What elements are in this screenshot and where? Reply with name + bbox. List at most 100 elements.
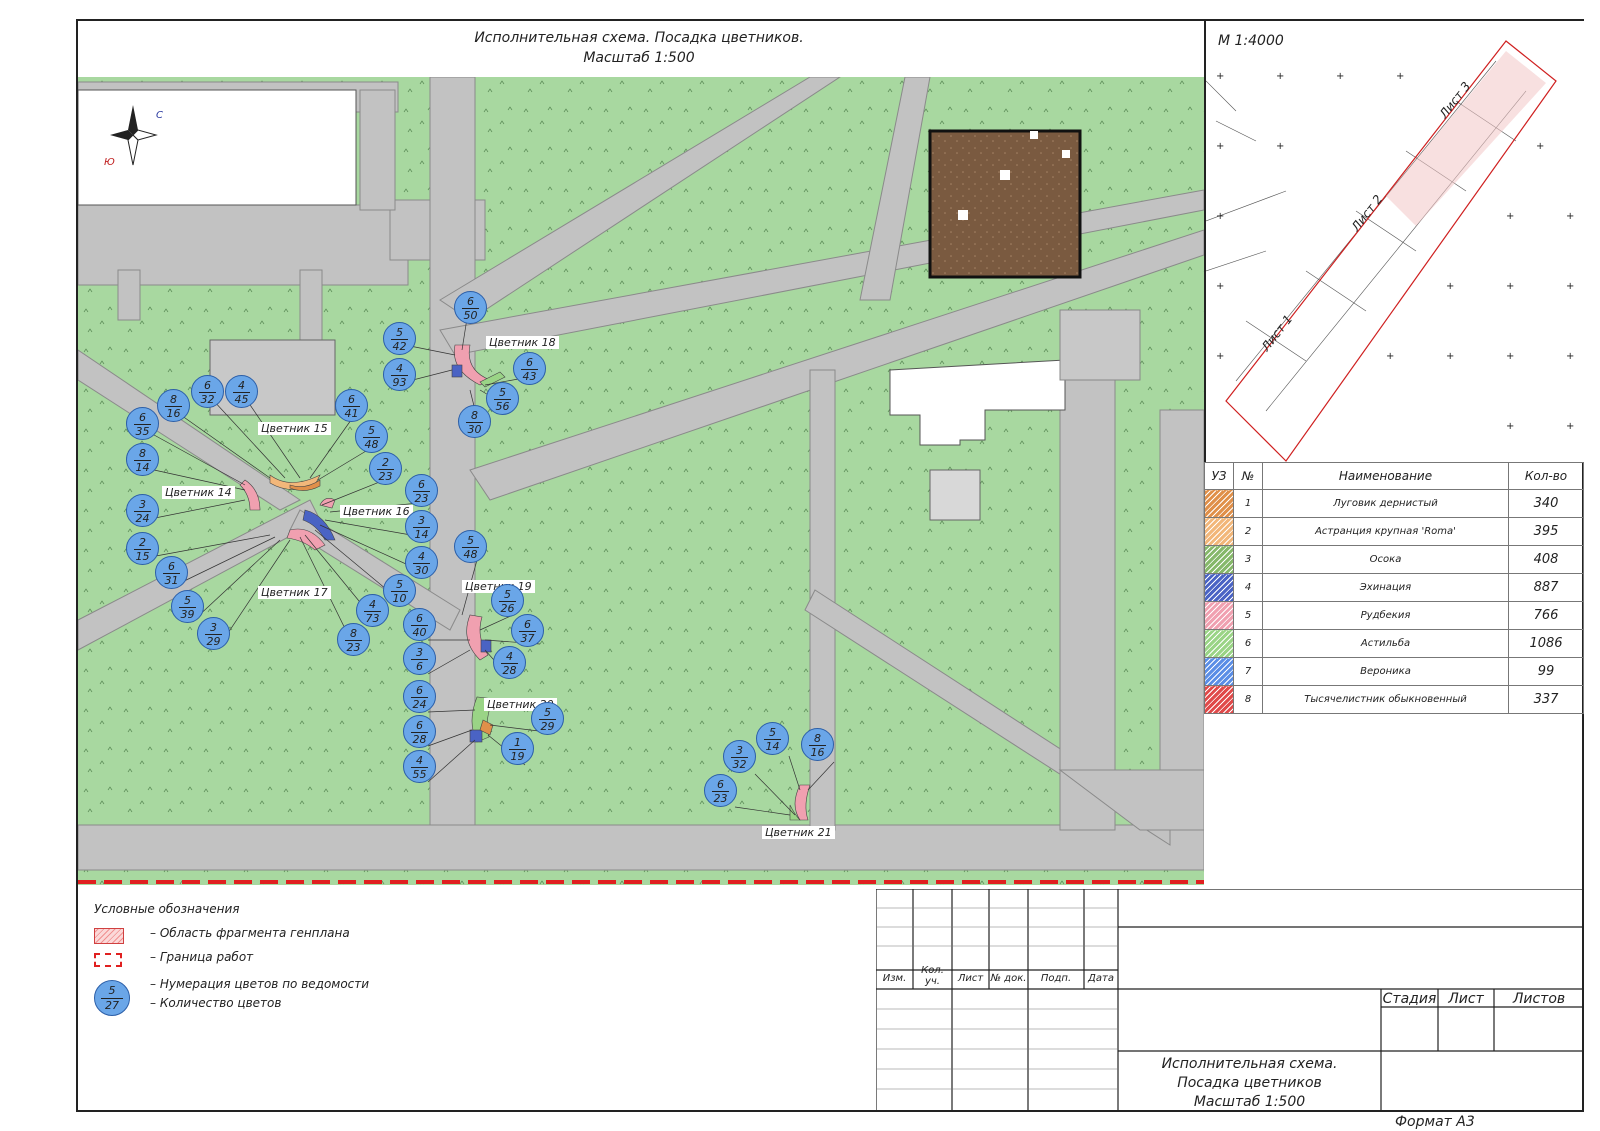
svg-text:+: + (1396, 71, 1404, 82)
plant-marker: 1 19 (501, 732, 534, 765)
marker-plant-quantity: 6 (416, 660, 423, 673)
marker-plant-number: 5 (391, 578, 408, 592)
marker-plant-quantity: 42 (392, 340, 407, 353)
marker-plant-number: 4 (413, 550, 430, 564)
marker-plant-number: 4 (364, 598, 381, 612)
marker-plant-number: 4 (501, 650, 518, 664)
legend: Условные обозначения – Область фрагмента… (94, 902, 369, 1016)
plant-marker: 4 28 (493, 646, 526, 679)
marker-plant-quantity: 56 (495, 400, 510, 413)
plant-color-swatch (1204, 517, 1234, 546)
svg-text:+: + (1216, 71, 1224, 82)
svg-text:+: + (1446, 351, 1454, 362)
marker-plant-number: 5 (764, 726, 781, 740)
marker-plant-number: 8 (809, 732, 826, 746)
drawing-title: Исполнительная схема. Посадка цветников.… (76, 28, 1202, 68)
plant-name: Астранция крупная 'Roma' (1262, 517, 1509, 546)
marker-plant-quantity: 23 (414, 492, 429, 505)
marker-plant-number: 2 (377, 456, 394, 470)
title-line-2: Масштаб 1:500 (583, 50, 695, 66)
plant-color-swatch (1204, 685, 1234, 714)
plant-num: 4 (1233, 573, 1263, 602)
svg-text:+: + (1446, 281, 1454, 292)
marker-plant-quantity: 43 (522, 370, 537, 383)
plant-marker: 5 48 (454, 530, 487, 563)
svg-text:+: + (1536, 141, 1544, 152)
plant-name: Вероника (1262, 657, 1509, 686)
plant-marker: 8 14 (126, 443, 159, 476)
plant-name: Астильба (1262, 629, 1509, 658)
marker-plant-number: 3 (411, 646, 428, 660)
marker-plant-quantity: 40 (412, 626, 427, 639)
marker-plant-quantity: 16 (810, 746, 825, 759)
marker-plant-quantity: 29 (540, 720, 555, 733)
marker-plant-quantity: 28 (502, 664, 517, 677)
marker-plant-number: 6 (411, 719, 428, 733)
col-qty: Кол-во (1508, 462, 1584, 490)
inset-scale: М 1:4000 (1218, 33, 1284, 49)
marker-plant-number: 3 (413, 514, 430, 528)
plant-num: 3 (1233, 545, 1263, 574)
plant-name: Луговик дернистый (1262, 489, 1509, 518)
stamp-data: Дата (1088, 973, 1114, 984)
marker-plant-number: 4 (391, 362, 408, 376)
marker-plant-number: 6 (411, 684, 428, 698)
marker-plant-number: 2 (134, 536, 151, 550)
marker-plant-number: 3 (205, 621, 222, 635)
plant-table: УЗ № Наименование Кол-во 1 Луговик дернис… (1204, 462, 1584, 714)
marker-plant-number: 5 (462, 534, 479, 548)
legend-marker-sample: 5 27 (94, 980, 130, 1016)
marker-plant-quantity: 24 (412, 698, 427, 711)
plant-marker: 5 10 (383, 574, 416, 607)
svg-text:+: + (1566, 421, 1574, 432)
marker-plant-quantity: 48 (463, 548, 478, 561)
svg-text:+: + (1216, 141, 1224, 152)
marker-plant-quantity: 50 (463, 309, 478, 322)
marker-plant-number: 4 (411, 754, 428, 768)
plant-row: 4 Эхинация 887 (1204, 573, 1584, 602)
plant-marker: 3 14 (405, 510, 438, 543)
title-line-1: Исполнительная схема. Посадка цветников. (474, 30, 804, 46)
plant-qty: 337 (1508, 685, 1584, 714)
flowerbed-label: Цветник 16 (340, 505, 413, 518)
plant-row: 7 Вероника 99 (1204, 657, 1584, 686)
stamp-podp: Подп. (1040, 973, 1072, 984)
plant-color-swatch (1204, 545, 1234, 574)
plant-marker: 8 23 (337, 623, 370, 656)
svg-text:+: + (1506, 421, 1514, 432)
plant-num: 6 (1233, 629, 1263, 658)
marker-plant-number: 8 (134, 447, 151, 461)
plant-marker: 5 42 (383, 322, 416, 355)
marker-plant-quantity: 14 (414, 528, 429, 541)
legend-item-area: – Область фрагмента генплана (150, 926, 350, 940)
plant-color-swatch (1204, 601, 1234, 630)
plant-marker: 3 24 (126, 494, 159, 527)
plant-num: 1 (1233, 489, 1263, 518)
plant-num: 7 (1233, 657, 1263, 686)
svg-text:+: + (1566, 281, 1574, 292)
stamp-ndok: № док. (990, 973, 1027, 984)
plant-num: 8 (1233, 685, 1263, 714)
plant-num: 2 (1233, 517, 1263, 546)
marker-plant-quantity: 32 (200, 393, 215, 406)
plant-marker: 4 45 (225, 375, 258, 408)
marker-plant-number: 6 (462, 295, 479, 309)
marker-plant-number: 6 (411, 612, 428, 626)
marker-plant-quantity: 41 (344, 407, 359, 420)
marker-plant-number: 8 (466, 409, 483, 423)
marker-plant-quantity: 37 (520, 632, 535, 645)
marker-plant-quantity: 39 (180, 608, 195, 621)
plant-marker: 5 29 (531, 702, 564, 735)
svg-text:+: + (1216, 281, 1224, 292)
plant-qty: 99 (1508, 657, 1584, 686)
plant-row: 5 Рудбекия 766 (1204, 601, 1584, 630)
legend-item-numbering: – Нумерация цветов по ведомости (150, 977, 370, 991)
plant-color-swatch (1204, 629, 1234, 658)
svg-text:+: + (1386, 351, 1394, 362)
marker-plant-number: 6 (519, 618, 536, 632)
plant-marker: 3 32 (723, 740, 756, 773)
marker-plant-quantity: 19 (510, 750, 525, 763)
plant-name: Осока (1262, 545, 1509, 574)
marker-plant-number: 6 (521, 356, 538, 370)
plant-qty: 1086 (1508, 629, 1584, 658)
